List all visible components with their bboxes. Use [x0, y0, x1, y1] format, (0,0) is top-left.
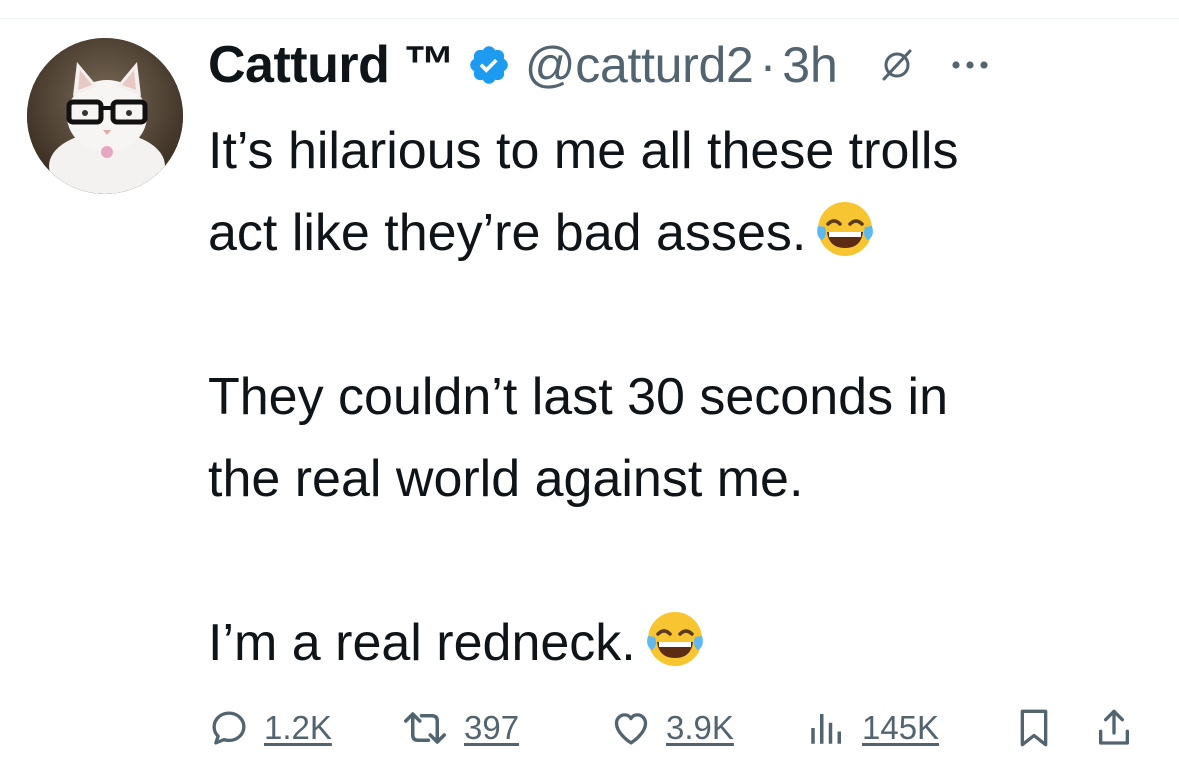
view-count: 145K — [862, 709, 940, 746]
laughing-emoji-icon — [644, 608, 706, 670]
tweet-text: It’s hilarious to me all these trolls ac… — [208, 110, 1158, 684]
cat-avatar-image — [27, 38, 183, 194]
repost-button[interactable]: 397 — [400, 698, 519, 758]
action-bar: 1.2K 397 3.9K 145K — [208, 698, 1158, 758]
more-options-icon[interactable] — [950, 58, 990, 72]
author-handle[interactable]: @catturd2 — [525, 36, 754, 94]
tweet-page: Catturd ™ @catturd2 · 3h It’s hilarious — [0, 0, 1179, 773]
timestamp[interactable]: 3h — [782, 36, 838, 94]
display-name[interactable]: Catturd ™ — [208, 35, 455, 95]
avatar[interactable] — [27, 38, 183, 194]
like-button[interactable]: 3.9K — [610, 698, 734, 758]
tweet-paragraph: I’m a real redneck. — [208, 602, 1158, 684]
views-chart-icon — [811, 714, 841, 744]
like-count: 3.9K — [666, 709, 734, 746]
laughing-emoji-icon — [814, 198, 876, 260]
reply-button[interactable]: 1.2K — [208, 698, 332, 758]
repost-count: 397 — [464, 709, 520, 746]
share-button[interactable] — [1094, 698, 1134, 758]
heart-icon — [614, 713, 648, 745]
tweet-header: Catturd ™ @catturd2 · 3h — [208, 30, 1158, 100]
share-icon — [1099, 709, 1129, 745]
separator-dot: · — [759, 37, 777, 93]
reply-count: 1.2K — [264, 709, 332, 746]
reply-icon — [212, 711, 246, 745]
grok-icon[interactable] — [880, 48, 914, 82]
divider — [0, 18, 1179, 19]
repost-icon — [404, 712, 446, 744]
tweet-paragraph: It’s hilarious to me all these trolls ac… — [208, 122, 959, 262]
bookmark-icon — [1020, 709, 1048, 747]
verified-badge-icon[interactable] — [467, 43, 511, 87]
tweet-paragraph: They couldn’t last 30 seconds in the rea… — [208, 368, 948, 508]
views-button[interactable]: 145K — [806, 698, 939, 758]
bookmark-button[interactable] — [1014, 698, 1054, 758]
